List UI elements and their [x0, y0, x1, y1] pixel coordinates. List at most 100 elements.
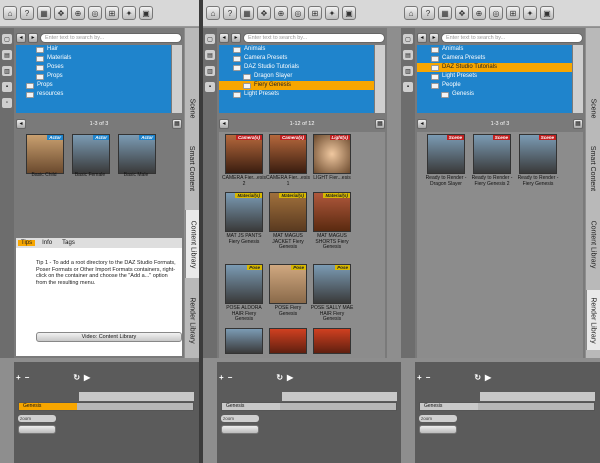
- tool-4-icon[interactable]: ◎: [291, 6, 305, 20]
- asset-thumbnail[interactable]: Light(s): [313, 134, 351, 174]
- tab-smart-content[interactable]: Smart Content: [185, 138, 199, 198]
- lock-icon[interactable]: ⌂: [404, 6, 418, 20]
- tool-2-icon[interactable]: ✥: [455, 6, 469, 20]
- tree-node-selected[interactable]: DAZ Studio Tutorials: [417, 63, 572, 72]
- tab-scene[interactable]: Scene: [586, 88, 600, 128]
- tab-render-library[interactable]: Render Library: [586, 290, 600, 350]
- asset-thumbnail[interactable]: Camera(s): [225, 134, 263, 174]
- loop-icon[interactable]: ↻: [276, 373, 283, 382]
- search-input[interactable]: Enter text to search by...: [40, 32, 182, 43]
- new-icon[interactable]: ▢: [403, 34, 413, 44]
- tool-3-icon[interactable]: ⊕: [472, 6, 486, 20]
- new-icon[interactable]: ▢: [205, 34, 215, 44]
- asset-thumbnail[interactable]: Scene: [473, 134, 511, 174]
- asset-thumbnail[interactable]: Material(s): [225, 192, 263, 232]
- timeline-track[interactable]: Genesis: [419, 402, 595, 411]
- tree-node[interactable]: resources: [16, 90, 171, 99]
- asset-thumbnail[interactable]: Pose: [313, 264, 351, 304]
- prev-page-button[interactable]: ◂: [219, 118, 229, 129]
- back-button[interactable]: ◂: [417, 32, 427, 43]
- tool-4-icon[interactable]: ◎: [489, 6, 503, 20]
- back-button[interactable]: ◂: [16, 32, 26, 43]
- zoom-slider[interactable]: zoom: [419, 415, 457, 422]
- tool-3-icon[interactable]: ⊕: [274, 6, 288, 20]
- tree-node[interactable]: Dragon Slayer: [219, 72, 374, 81]
- save-as-icon[interactable]: ▫: [2, 98, 12, 108]
- tree-node[interactable]: Camera Presets: [417, 54, 572, 63]
- tree-node[interactable]: Animals: [219, 45, 374, 54]
- merge-icon[interactable]: ▥: [403, 66, 413, 76]
- view-button[interactable]: ▦: [375, 118, 385, 129]
- asset-thumbnail[interactable]: Scene: [427, 134, 465, 174]
- timeline-track[interactable]: Genesis: [221, 402, 397, 411]
- asset-thumbnail[interactable]: [313, 328, 351, 354]
- tool-6-icon[interactable]: ✦: [325, 6, 339, 20]
- timeline-dropdown[interactable]: [18, 425, 56, 434]
- open-icon[interactable]: ▤: [205, 50, 215, 60]
- search-input[interactable]: Enter text to search by...: [243, 32, 385, 43]
- play-icon[interactable]: ▶: [84, 373, 90, 382]
- help-icon[interactable]: ?: [421, 6, 435, 20]
- tab-tags[interactable]: Tags: [59, 240, 78, 246]
- lock-icon[interactable]: ⌂: [206, 6, 220, 20]
- view-button[interactable]: ▦: [172, 118, 182, 129]
- tool-3-icon[interactable]: ⊕: [71, 6, 85, 20]
- asset-thumbnail[interactable]: Material(s): [269, 192, 307, 232]
- timeline-track[interactable]: Genesis: [18, 402, 194, 411]
- tree-node[interactable]: Materials: [16, 54, 171, 63]
- tab-content-library[interactable]: Content Library: [586, 210, 600, 278]
- tab-scene[interactable]: Scene: [185, 88, 199, 128]
- tool-7-icon[interactable]: ▣: [139, 6, 153, 20]
- tree-node[interactable]: Light Presets: [417, 72, 572, 81]
- loop-icon[interactable]: ↻: [474, 373, 481, 382]
- play-icon[interactable]: ▶: [287, 373, 293, 382]
- tab-tips[interactable]: Tips: [18, 240, 36, 246]
- tool-5-icon[interactable]: ⊞: [105, 6, 119, 20]
- prev-page-button[interactable]: ◂: [16, 118, 26, 129]
- tree-node[interactable]: Props: [16, 81, 171, 90]
- tree-scrollbar[interactable]: [172, 45, 182, 113]
- tree-node[interactable]: Hair: [16, 45, 171, 54]
- tree-scrollbar[interactable]: [375, 45, 385, 113]
- new-icon[interactable]: ▢: [2, 34, 12, 44]
- remove-key-icon[interactable]: −: [426, 373, 431, 382]
- tab-smart-content[interactable]: Smart Content: [586, 138, 600, 198]
- play-icon[interactable]: ▶: [485, 373, 491, 382]
- view-button[interactable]: ▦: [573, 118, 583, 129]
- save-icon[interactable]: ▪: [2, 82, 12, 92]
- tree-node[interactable]: Camera Presets: [219, 54, 374, 63]
- lock-icon[interactable]: ⌂: [3, 6, 17, 20]
- add-key-icon[interactable]: +: [16, 373, 21, 382]
- asset-thumbnail[interactable]: Pose: [269, 264, 307, 304]
- prev-page-button[interactable]: ◂: [417, 118, 427, 129]
- asset-thumbnail[interactable]: [225, 328, 263, 354]
- merge-icon[interactable]: ▥: [2, 66, 12, 76]
- add-key-icon[interactable]: +: [219, 373, 224, 382]
- tool-1-icon[interactable]: ▦: [240, 6, 254, 20]
- asset-thumbnail[interactable]: Material(s): [313, 192, 351, 232]
- asset-thumbnail[interactable]: Actor: [26, 134, 64, 174]
- forward-button[interactable]: ▸: [28, 32, 38, 43]
- tool-5-icon[interactable]: ⊞: [308, 6, 322, 20]
- add-key-icon[interactable]: +: [417, 373, 422, 382]
- tool-4-icon[interactable]: ◎: [88, 6, 102, 20]
- tree-node[interactable]: Light Presets: [219, 90, 374, 99]
- zoom-slider[interactable]: zoom: [18, 415, 56, 422]
- remove-key-icon[interactable]: −: [25, 373, 30, 382]
- tree-node[interactable]: Animals: [417, 45, 572, 54]
- tool-6-icon[interactable]: ✦: [523, 6, 537, 20]
- help-icon[interactable]: ?: [20, 6, 34, 20]
- forward-button[interactable]: ▸: [231, 32, 241, 43]
- tool-1-icon[interactable]: ▦: [438, 6, 452, 20]
- back-button[interactable]: ◂: [219, 32, 229, 43]
- tree-node[interactable]: Props: [16, 72, 171, 81]
- asset-thumbnail[interactable]: Camera(s): [269, 134, 307, 174]
- tool-2-icon[interactable]: ✥: [257, 6, 271, 20]
- tree-node[interactable]: People: [417, 81, 572, 90]
- tool-7-icon[interactable]: ▣: [540, 6, 554, 20]
- remove-key-icon[interactable]: −: [228, 373, 233, 382]
- asset-thumbnail[interactable]: Actor: [72, 134, 110, 174]
- tab-content-library[interactable]: Content Library: [185, 210, 199, 278]
- asset-thumbnail[interactable]: Pose: [225, 264, 263, 304]
- video-button[interactable]: Video: Content Library: [36, 332, 182, 342]
